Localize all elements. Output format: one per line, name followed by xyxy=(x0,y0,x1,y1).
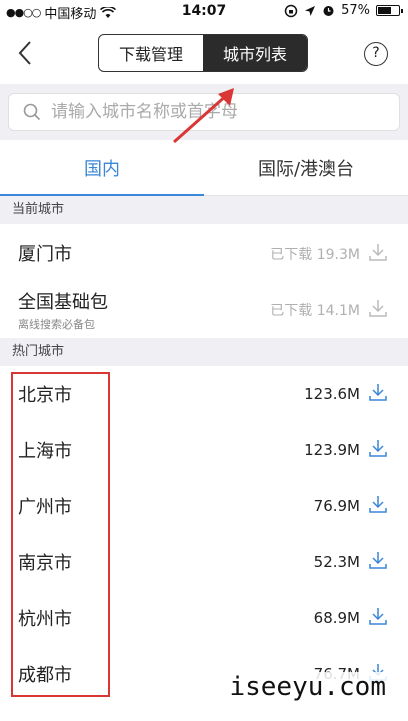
location-icon xyxy=(305,5,316,16)
status-bar: ●●○○ 中国移动 14:07 57% xyxy=(0,0,408,22)
tab-download-manage[interactable]: 下载管理 xyxy=(99,35,203,71)
download-status: 已下载 19.3M xyxy=(270,247,360,263)
download-icon[interactable] xyxy=(368,242,388,262)
status-right: 57% xyxy=(284,3,403,18)
list-item[interactable]: 厦门市 已下载 19.3M xyxy=(0,224,408,280)
section-header-current: 当前城市 xyxy=(0,196,408,224)
file-size: 123.9M xyxy=(304,441,360,459)
download-icon[interactable] xyxy=(368,382,388,402)
city-name: 全国基础包 xyxy=(18,292,108,313)
download-icon[interactable] xyxy=(368,550,388,570)
annotation-box xyxy=(11,372,110,697)
search-icon xyxy=(23,103,41,121)
file-size: 68.9M xyxy=(313,609,360,627)
nav-bar: 下载管理 城市列表 ? xyxy=(0,22,408,84)
tab-domestic[interactable]: 国内 xyxy=(0,140,204,196)
download-icon[interactable] xyxy=(368,606,388,626)
file-size: 123.6M xyxy=(304,385,360,403)
segmented-control: 下载管理 城市列表 xyxy=(98,34,308,72)
orientation-lock-icon xyxy=(284,4,298,17)
battery-icon xyxy=(376,5,403,16)
back-chevron-icon[interactable] xyxy=(14,38,38,68)
file-size: 52.3M xyxy=(313,553,360,571)
download-icon[interactable] xyxy=(368,494,388,514)
city-name: 厦门市 xyxy=(18,244,72,265)
battery-fill xyxy=(378,7,391,14)
list-item[interactable]: 全国基础包 离线搜索必备包 已下载 14.1M xyxy=(0,280,408,336)
battery-percent: 57% xyxy=(341,3,370,18)
section-header-hot: 热门城市 xyxy=(0,338,408,366)
region-tabs: 国内 国际/港澳台 xyxy=(0,140,408,196)
tab-city-list[interactable]: 城市列表 xyxy=(203,35,307,71)
watermark: iseeyu.com xyxy=(225,672,390,702)
file-size: 76.9M xyxy=(313,497,360,515)
help-button[interactable]: ? xyxy=(364,42,388,66)
alarm-icon xyxy=(323,6,334,16)
annotation-arrow xyxy=(173,88,234,144)
download-icon[interactable] xyxy=(368,438,388,458)
tab-international[interactable]: 国际/港澳台 xyxy=(204,140,408,195)
download-status: 已下载 14.1M xyxy=(270,303,360,319)
download-icon[interactable] xyxy=(368,298,388,318)
item-subtitle: 离线搜索必备包 xyxy=(18,318,95,331)
